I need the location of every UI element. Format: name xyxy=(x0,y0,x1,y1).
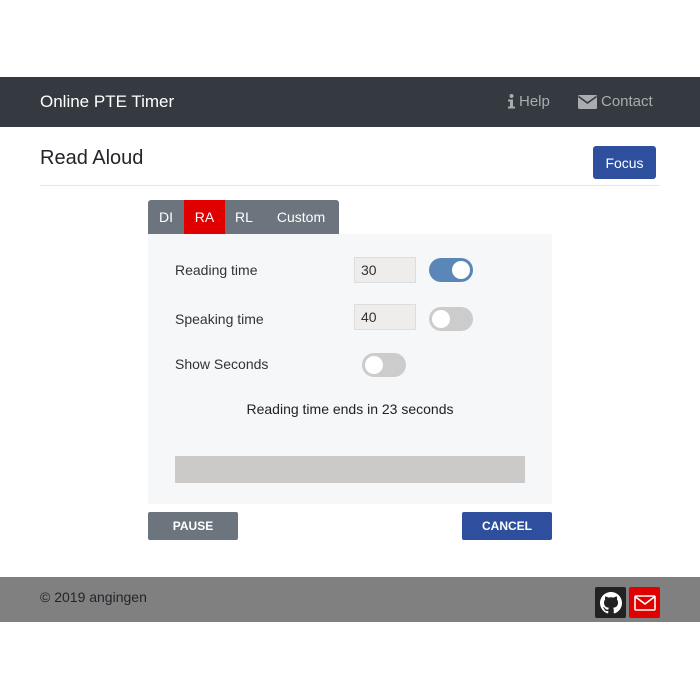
toggle-knob xyxy=(365,356,383,374)
nav-help-link[interactable]: Help xyxy=(507,93,550,110)
divider xyxy=(40,185,660,186)
nav-help-label: Help xyxy=(519,93,550,110)
speaking-time-label: Speaking time xyxy=(175,311,264,327)
progress-bar xyxy=(175,456,525,483)
pause-button[interactable]: PAUSE xyxy=(148,512,238,540)
focus-button[interactable]: Focus xyxy=(593,146,656,179)
mode-tabs: DI RA RL Custom xyxy=(148,200,339,234)
footer: © 2019 angingen xyxy=(0,577,700,622)
tab-custom[interactable]: Custom xyxy=(263,200,339,234)
show-seconds-toggle[interactable] xyxy=(362,353,406,377)
info-icon xyxy=(508,94,515,109)
show-seconds-label: Show Seconds xyxy=(175,356,269,372)
timer-panel: Reading time Speaking time Show Seconds … xyxy=(148,234,552,504)
tab-ra[interactable]: RA xyxy=(184,200,225,234)
toggle-knob xyxy=(452,261,470,279)
countdown-status: Reading time ends in 23 seconds xyxy=(246,401,454,417)
cancel-button[interactable]: CANCEL xyxy=(462,512,552,540)
brand-link[interactable]: Online PTE Timer xyxy=(40,92,174,112)
nav-contact-label: Contact xyxy=(601,93,653,110)
email-link[interactable] xyxy=(629,587,660,618)
tab-di[interactable]: DI xyxy=(148,200,184,234)
tab-rl[interactable]: RL xyxy=(225,200,263,234)
github-icon xyxy=(599,591,622,613)
navbar: Online PTE Timer Help Contact xyxy=(0,77,700,127)
reading-time-label: Reading time xyxy=(175,262,258,278)
copyright-text: © 2019 angingen xyxy=(40,589,147,605)
reading-time-input[interactable] xyxy=(354,257,416,283)
speaking-time-toggle[interactable] xyxy=(429,307,473,331)
github-link[interactable] xyxy=(595,587,626,618)
envelope-icon xyxy=(633,594,656,611)
page-title: Read Aloud xyxy=(40,147,144,169)
nav-contact-link[interactable]: Contact xyxy=(578,93,653,110)
toggle-knob xyxy=(432,310,450,328)
speaking-time-input[interactable] xyxy=(354,304,416,330)
reading-time-toggle[interactable] xyxy=(429,258,473,282)
envelope-icon xyxy=(578,94,597,109)
